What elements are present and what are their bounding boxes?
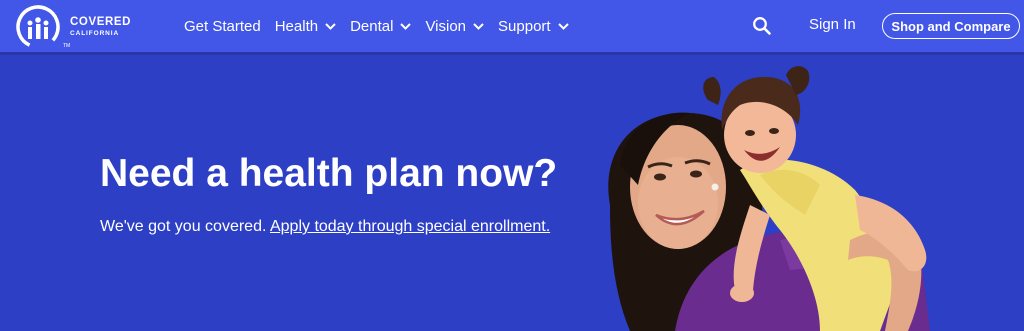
sign-in-link[interactable]: Sign In xyxy=(809,16,856,33)
hero-subtext-lead: We've got you covered. xyxy=(100,218,267,235)
nav-item-label: Health xyxy=(274,17,319,35)
site-header: COVERED CALIFORNIA TM Get Started Health… xyxy=(0,0,1024,55)
hero-photo xyxy=(608,66,930,331)
search-icon xyxy=(753,17,771,35)
search-button[interactable] xyxy=(752,16,772,36)
chevron-down-icon xyxy=(400,22,412,30)
nav-item-label: Vision xyxy=(425,17,467,35)
logo-name: COVERED xyxy=(70,16,132,28)
nav-item-label: Dental xyxy=(350,17,394,35)
nav-item-vision[interactable]: Vision xyxy=(425,18,484,35)
hero-heading: Need a health plan now? xyxy=(100,152,558,195)
nav-item-label: Support xyxy=(498,17,551,35)
nav-item-support[interactable]: Support xyxy=(498,18,569,35)
logo-mark-icon xyxy=(16,5,60,49)
nav-item-label: Get Started xyxy=(184,17,261,35)
hero-banner: Need a health plan now? We've got you co… xyxy=(0,55,1024,331)
shop-and-compare-button[interactable]: Shop and Compare xyxy=(882,13,1020,39)
hero-subtext: We've got you covered. Apply today throu… xyxy=(100,218,550,236)
main-nav: Get Started Health Dental Vision Support xyxy=(184,0,583,52)
apply-link[interactable]: Apply today through special enrollment. xyxy=(270,218,550,235)
covered-california-logo[interactable]: COVERED CALIFORNIA TM xyxy=(14,5,144,51)
nav-item-health[interactable]: Health xyxy=(275,18,336,35)
nav-item-dental[interactable]: Dental xyxy=(350,17,412,35)
logo-tm: TM xyxy=(63,43,71,49)
nav-item-get-started[interactable]: Get Started xyxy=(184,18,261,35)
chevron-down-icon xyxy=(325,22,336,30)
logo-sub: CALIFORNIA xyxy=(70,30,120,37)
chevron-down-icon xyxy=(473,22,484,30)
chevron-down-icon xyxy=(557,22,569,30)
